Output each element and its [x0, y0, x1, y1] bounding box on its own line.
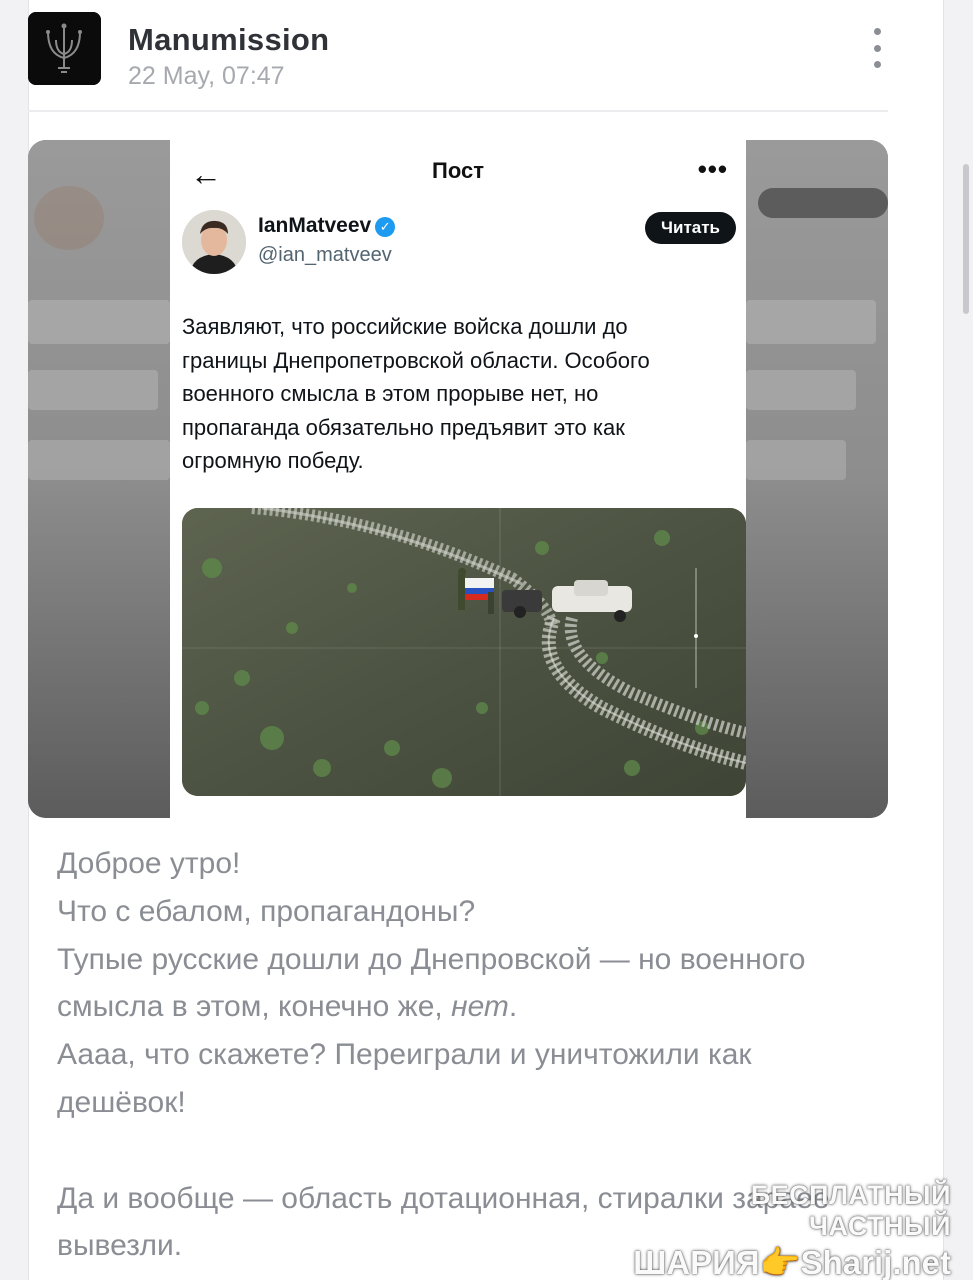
screenshot-more-icon: •••	[697, 154, 728, 184]
body-line: Что с ебалом, пропагандоны?	[57, 894, 476, 928]
scrollbar[interactable]	[963, 164, 969, 314]
tweet-photo	[182, 508, 746, 796]
tweet-screenshot: ← Пост ••• IanMatveev ✓ @ian_matveev Чита…	[170, 140, 746, 818]
body-line: дешёвок!	[57, 1085, 186, 1119]
tweet-text: Заявляют, что российские войска дошли до…	[182, 310, 737, 478]
follow-button: Читать	[645, 212, 736, 244]
body-line: Доброе утро!	[57, 847, 241, 880]
trident-logo-icon	[28, 12, 101, 85]
post-date: 22 May, 07:47	[128, 62, 285, 90]
tweet-author-handle: @ian_matveev	[258, 244, 392, 266]
tweet-line: границы Днепропетровской области. Особог…	[182, 347, 650, 373]
media-blur-right	[746, 140, 888, 818]
tweet-line: Заявляют, что российские войска дошли до	[182, 314, 628, 339]
body-text-span: .	[508, 990, 518, 1024]
channel-name[interactable]: Manumission	[128, 22, 329, 58]
header-divider	[28, 110, 888, 112]
media-blur-left	[28, 140, 170, 818]
body-line: Тупые русские дошли до Днепровской — но …	[57, 942, 806, 976]
author-portrait-icon	[182, 210, 246, 274]
body-line: Аааа, что скажете? Переиграли и уничтожи…	[57, 1038, 752, 1072]
tweet-line: огромную победу.	[182, 448, 364, 473]
drone-photo-field	[182, 508, 746, 796]
channel-avatar[interactable]	[28, 12, 101, 85]
watermark: БЕСПЛАТНЫЙ ЧАСТНЫЙ ШАРИЯ👉Sharij.net	[621, 1180, 951, 1280]
body-line	[57, 1127, 907, 1175]
post-media[interactable]: ← Пост ••• IanMatveev ✓ @ian_matveev Чита…	[28, 140, 888, 818]
verified-badge-icon: ✓	[375, 217, 396, 237]
watermark-line: ШАРИЯ👉Sharij.net	[633, 1244, 951, 1280]
tweet-line: пропаганда обязательно предъявит это как	[182, 414, 625, 440]
more-options-icon[interactable]	[866, 28, 888, 68]
author-name-text: IanMatveev	[258, 214, 372, 237]
post-header: Manumission 22 May, 07:47	[28, 12, 888, 90]
watermark-line: БЕСПЛАТНЫЙ ЧАСТНЫЙ	[750, 1180, 951, 1241]
body-text-span: смысла в этом, конечно же,	[57, 990, 452, 1024]
tweet-author-name: IanMatveev ✓	[258, 214, 396, 238]
tweet-line: военного смысла в этом прорыве нет, но	[182, 381, 599, 406]
body-italic-text: нет	[451, 990, 509, 1024]
body-line: смысла в этом, конечно же, нет.	[57, 983, 907, 1031]
tweet-author-avatar	[182, 210, 246, 274]
screenshot-nav-title: Пост	[432, 158, 484, 183]
